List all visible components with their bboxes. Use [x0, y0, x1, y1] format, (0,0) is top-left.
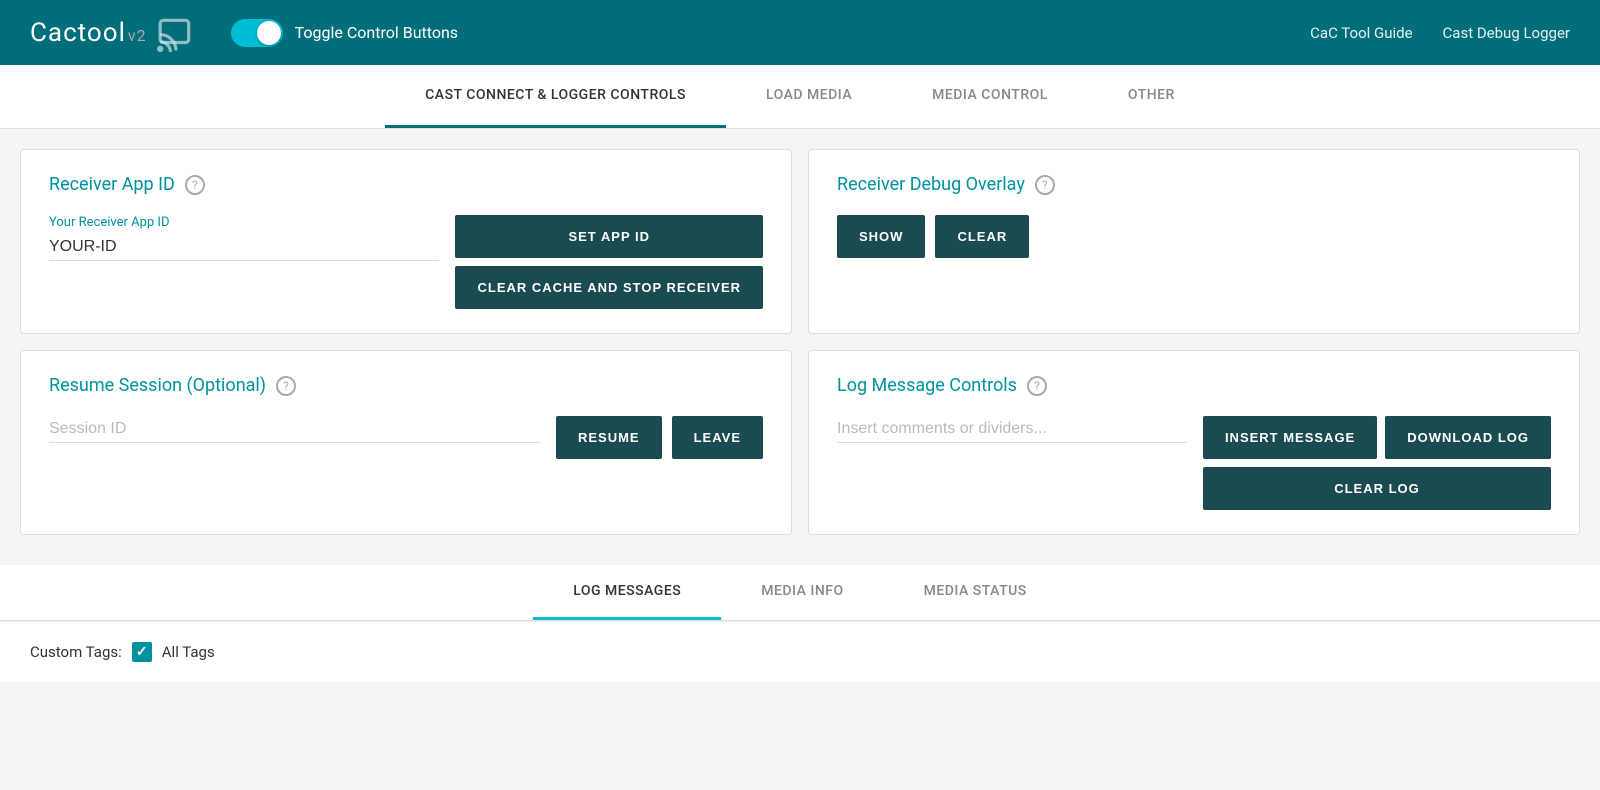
log-message-title: Log Message Controls ?: [837, 375, 1551, 396]
session-input-area: [49, 416, 540, 443]
resume-session-buttons: RESUME LEAVE: [556, 416, 763, 459]
clear-log-button[interactable]: CLEAR LOG: [1203, 467, 1551, 510]
resume-session-title: Resume Session (Optional) ?: [49, 375, 763, 396]
all-tags-checkbox[interactable]: [132, 642, 152, 662]
tab-load-media[interactable]: LOAD MEDIA: [726, 65, 892, 128]
insert-message-button[interactable]: INSERT MESSAGE: [1203, 416, 1377, 459]
bottom-tab-media-status[interactable]: MEDIA STATUS: [884, 565, 1067, 620]
receiver-debug-title: Receiver Debug Overlay ?: [837, 174, 1551, 195]
all-tags-label: All Tags: [162, 643, 215, 661]
toggle-label: Toggle Control Buttons: [295, 23, 458, 42]
show-overlay-button[interactable]: SHOW: [837, 215, 925, 258]
custom-tags-row: Custom Tags: All Tags: [0, 621, 1600, 682]
receiver-app-id-input[interactable]: [49, 234, 439, 261]
receiver-app-buttons: SET APP ID CLEAR CACHE AND STOP RECEIVER: [455, 215, 763, 309]
resume-session-card: Resume Session (Optional) ? RESUME LEAVE: [20, 350, 792, 535]
session-id-input[interactable]: [49, 416, 540, 443]
log-message-card: Log Message Controls ? INSERT MESSAGE DO…: [808, 350, 1580, 535]
clear-overlay-button[interactable]: CLEAR: [935, 215, 1029, 258]
receiver-debug-card: Receiver Debug Overlay ? SHOW CLEAR: [808, 149, 1580, 334]
log-buttons-stack: INSERT MESSAGE DOWNLOAD LOG CLEAR LOG: [1203, 416, 1551, 510]
bottom-tab-media-info[interactable]: MEDIA INFO: [721, 565, 883, 620]
cast-icon: [157, 14, 195, 52]
log-input-area: [837, 416, 1187, 443]
tab-media-control[interactable]: MEDIA CONTROL: [892, 65, 1088, 128]
header-nav: CaC Tool Guide Cast Debug Logger: [1310, 24, 1570, 42]
log-controls-right: INSERT MESSAGE DOWNLOAD LOG CLEAR LOG: [1203, 416, 1551, 510]
resume-session-body: RESUME LEAVE: [49, 416, 763, 459]
tab-cast-connect[interactable]: CAST CONNECT & LOGGER CONTROLS: [385, 65, 726, 128]
clear-cache-stop-receiver-button[interactable]: CLEAR CACHE AND STOP RECEIVER: [455, 266, 763, 309]
logo-text: Cactoolv2: [30, 18, 147, 48]
log-message-input[interactable]: [837, 416, 1187, 443]
main-content: Receiver App ID ? Your Receiver App ID S…: [0, 129, 1600, 555]
resume-session-help-icon[interactable]: ?: [276, 376, 296, 396]
log-message-help-icon[interactable]: ?: [1027, 376, 1047, 396]
download-log-button[interactable]: DOWNLOAD LOG: [1385, 416, 1551, 459]
receiver-app-title: Receiver App ID ?: [49, 174, 763, 195]
tab-other[interactable]: OTHER: [1088, 65, 1215, 128]
receiver-app-input-area: Your Receiver App ID: [49, 215, 439, 261]
log-buttons-top-row: INSERT MESSAGE DOWNLOAD LOG: [1203, 416, 1551, 459]
bottom-tabs: LOG MESSAGES MEDIA INFO MEDIA STATUS: [0, 565, 1600, 621]
resume-button[interactable]: RESUME: [556, 416, 662, 459]
receiver-app-body: Your Receiver App ID SET APP ID CLEAR CA…: [49, 215, 763, 309]
toggle-control-buttons[interactable]: [231, 19, 283, 47]
toggle-area: Toggle Control Buttons: [231, 19, 458, 47]
custom-tags-label: Custom Tags:: [30, 643, 122, 661]
log-message-body: INSERT MESSAGE DOWNLOAD LOG CLEAR LOG: [837, 416, 1551, 510]
receiver-debug-help-icon[interactable]: ?: [1035, 175, 1055, 195]
bottom-section: LOG MESSAGES MEDIA INFO MEDIA STATUS Cus…: [0, 565, 1600, 682]
logo-version: v2: [128, 26, 147, 45]
app-logo: Cactoolv2: [30, 14, 195, 52]
receiver-app-card: Receiver App ID ? Your Receiver App ID S…: [20, 149, 792, 334]
receiver-app-sublabel: Your Receiver App ID: [49, 215, 439, 230]
top-tabs: CAST CONNECT & LOGGER CONTROLS LOAD MEDI…: [0, 65, 1600, 129]
receiver-debug-body: SHOW CLEAR: [837, 215, 1551, 258]
receiver-app-help-icon[interactable]: ?: [185, 175, 205, 195]
nav-cast-debug-logger[interactable]: Cast Debug Logger: [1443, 24, 1570, 42]
set-app-id-button[interactable]: SET APP ID: [455, 215, 763, 258]
header-left: Cactoolv2 Toggle Control Buttons: [30, 14, 458, 52]
bottom-tab-log-messages[interactable]: LOG MESSAGES: [533, 565, 721, 620]
leave-button[interactable]: LEAVE: [672, 416, 763, 459]
app-header: Cactoolv2 Toggle Control Buttons CaC Too…: [0, 0, 1600, 65]
cards-grid: Receiver App ID ? Your Receiver App ID S…: [20, 149, 1580, 535]
receiver-debug-buttons: SHOW CLEAR: [837, 215, 1029, 258]
nav-cac-tool-guide[interactable]: CaC Tool Guide: [1310, 24, 1412, 42]
